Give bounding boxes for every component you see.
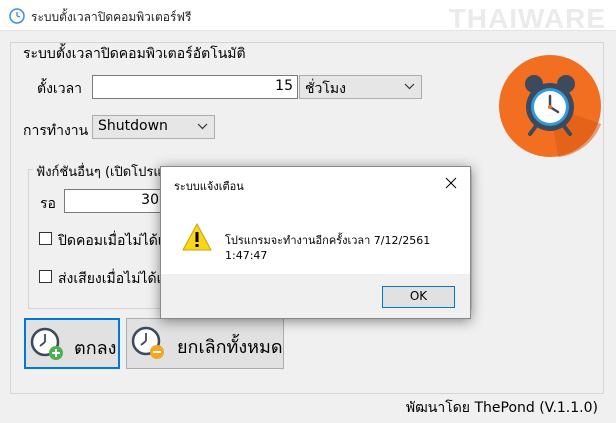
main-group-legend: ระบบตั้งเวลาปิดคอมพิวเตอร์อัตโนมัติ [20,43,249,65]
warning-icon [182,223,212,251]
unit-dropdown[interactable]: ชั่วโมง [299,75,422,99]
dialog-title: ระบบแจ้งเตือน [174,180,244,193]
cancel-all-button-label: ยกเลิกทั้งหมด [177,337,283,358]
action-label: การทำงาน [23,123,89,139]
unit-dropdown-value: ชั่วโมง [305,81,346,97]
ok-button-label: ตกลง [74,338,117,359]
shutdown-on-disconnect-checkbox[interactable] [39,232,52,245]
watermark: THAIWARE [448,3,606,34]
clock-remove-icon [131,326,164,359]
clock-icon [9,8,25,24]
chevron-down-icon [197,123,208,130]
chevron-down-icon [404,83,415,90]
action-dropdown[interactable]: Shutdown [92,115,215,139]
beep-on-disconnect-checkbox[interactable] [39,270,52,283]
time-label: ตั้งเวลา [37,81,83,97]
developer-credit: พัฒนาโดย ThePond (V.1.1.0) [405,400,598,416]
dialog-message: โปรแกรมจะทำงานอีกครั้งเวลา 7/12/2561 1:4… [225,234,431,262]
wait-label: รอ [40,196,56,212]
action-dropdown-value: Shutdown [98,118,168,134]
cancel-all-button[interactable]: ยกเลิกทั้งหมด [126,318,284,369]
clock-add-icon [30,327,63,360]
wait-input[interactable]: 30 [64,189,164,213]
time-input[interactable]: 15 [92,75,298,99]
title-bar: ระบบตั้งเวลาปิดคอมพิวเตอร์ฟรี THAIWARE [0,0,616,34]
shutdown-on-disconnect-label: ปิดคอมเมื่อไม่ได้เชื่ [58,233,173,249]
dialog-ok-button[interactable]: OK [382,286,455,308]
close-icon[interactable] [438,171,464,195]
window-title: ระบบตั้งเวลาปิดคอมพิวเตอร์ฟรี [31,10,192,24]
alert-dialog: ระบบแจ้งเตือน โปรแกรมจะทำงานอีกครั้งเวลา… [160,166,471,319]
alarm-clock-logo [499,55,601,157]
options-group-legend: ฟังก์ชันอื่นๆ (เปิดโปรแก [33,161,173,182]
ok-button[interactable]: ตกลง [24,318,120,369]
beep-on-disconnect-label: ส่งเสียงเมื่อไม่ได้เชื่ [58,271,171,287]
